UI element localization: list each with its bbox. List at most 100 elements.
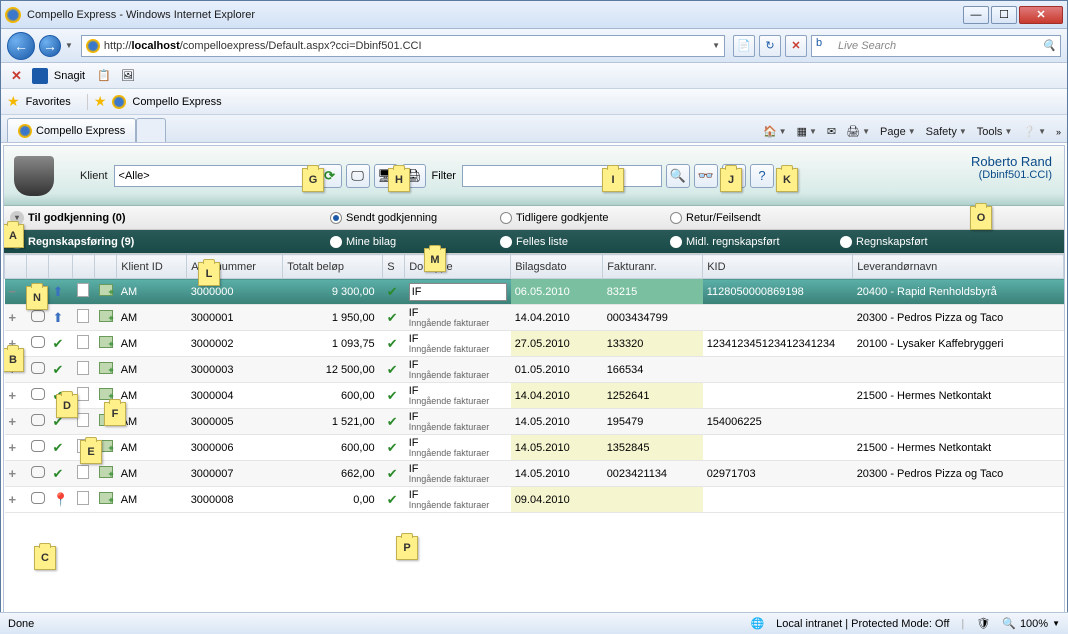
expand-cell[interactable]: + [5, 461, 27, 487]
mail-button[interactable]: ✉ [827, 125, 836, 138]
s-cell[interactable]: ✔ [383, 305, 405, 331]
table-row[interactable]: +✔AM300000312 500,00✔IFInngående faktura… [5, 357, 1064, 383]
view1-button[interactable]: 🖵 [346, 164, 370, 188]
table-row[interactable]: +✔AM30000021 093,75✔IFInngående fakturae… [5, 331, 1064, 357]
favorites-label[interactable]: Favorites [26, 96, 71, 108]
doc-cell[interactable] [73, 357, 95, 383]
browser-search[interactable]: b Live Search 🔍 [811, 35, 1061, 57]
expand-cell[interactable]: + [5, 487, 27, 513]
doktype-cell[interactable]: IFInngående fakturaer [405, 331, 511, 357]
comment-cell[interactable] [27, 357, 49, 383]
favorite-link[interactable]: Compello Express [132, 96, 221, 108]
doktype-cell[interactable] [405, 279, 511, 305]
browser-tab[interactable]: Compello Express [7, 118, 136, 142]
binoculars-button[interactable]: 👓 [694, 164, 718, 188]
comment-cell[interactable] [27, 383, 49, 409]
status-cell[interactable]: ✔ [49, 461, 73, 487]
expand-cell[interactable]: + [5, 383, 27, 409]
forward-button[interactable]: → [39, 35, 61, 57]
col-belop[interactable]: Totalt beløp [283, 255, 383, 279]
s-cell[interactable]: ✔ [383, 435, 405, 461]
feeds-button[interactable]: ▦▼ [797, 125, 817, 138]
nav-dropdown-icon[interactable]: ▼ [65, 41, 73, 50]
s-cell[interactable]: ✔ [383, 461, 405, 487]
col-doc[interactable] [73, 255, 95, 279]
maximize-button[interactable]: ☐ [991, 6, 1017, 24]
expand-cell[interactable]: − [5, 279, 27, 305]
table-row[interactable]: +✔AM30000051 521,00✔IFInngående fakturae… [5, 409, 1064, 435]
doktype-cell[interactable]: IFInngående fakturaer [405, 383, 511, 409]
expand-cell[interactable]: + [5, 409, 27, 435]
table-row[interactable]: +✔AM3000006600,00✔IFInngående fakturaer1… [5, 435, 1064, 461]
close-button[interactable]: ✕ [1019, 6, 1063, 24]
folder-cell[interactable] [95, 279, 117, 305]
table-row[interactable]: +✔AM3000007662,00✔IFInngående fakturaer1… [5, 461, 1064, 487]
add-favorite-icon[interactable]: ★ [94, 93, 107, 110]
status-cell[interactable]: ✔ [49, 357, 73, 383]
table-row[interactable]: +⬆AM30000011 950,00✔IFInngående fakturae… [5, 305, 1064, 331]
radio-fort[interactable]: Regnskapsført [840, 236, 990, 248]
print-button[interactable]: 🖨▼ [846, 125, 870, 138]
folder-cell[interactable] [95, 305, 117, 331]
radio-midl[interactable]: Midl. regnskapsført [670, 236, 820, 248]
col-kid[interactable]: KID [703, 255, 853, 279]
folder-cell[interactable] [95, 331, 117, 357]
accordion-regnskap[interactable]: ▴Regnskapsføring (9) Mine bilag Felles l… [4, 230, 1064, 254]
col-comment[interactable] [27, 255, 49, 279]
status-cell[interactable]: ✔ [49, 331, 73, 357]
protected-mode-icon[interactable]: 🛡 [976, 617, 990, 630]
expand-icon[interactable]: » [1056, 127, 1061, 137]
klient-select[interactable]: <Alle> [114, 165, 314, 187]
radio-felles[interactable]: Felles liste [500, 236, 650, 248]
s-cell[interactable]: ✔ [383, 409, 405, 435]
status-cell[interactable]: ⬆ [49, 279, 73, 305]
radio-retur[interactable]: Retur/Feilsendt [670, 212, 820, 224]
comment-cell[interactable] [27, 487, 49, 513]
doktype-cell[interactable]: IFInngående fakturaer [405, 435, 511, 461]
stop-button[interactable]: ✕ [785, 35, 807, 57]
compat-button[interactable]: 📄 [733, 35, 755, 57]
snagit-label[interactable]: Snagit [54, 70, 85, 82]
search-magnifier-icon[interactable]: 🔍 [1042, 39, 1056, 52]
col-s[interactable]: S [383, 255, 405, 279]
col-fnr[interactable]: Fakturanr. [603, 255, 703, 279]
doc-cell[interactable] [73, 487, 95, 513]
status-cell[interactable]: ⬆ [49, 305, 73, 331]
help-button[interactable]: ❔▼ [1022, 125, 1046, 138]
url-dropdown-icon[interactable]: ▼ [712, 41, 720, 50]
table-row[interactable]: +✔AM3000004600,00✔IFInngående fakturaer1… [5, 383, 1064, 409]
folder-cell[interactable] [95, 487, 117, 513]
expand-cell[interactable]: + [5, 305, 27, 331]
filter-input[interactable] [462, 165, 662, 187]
s-cell[interactable]: ✔ [383, 279, 405, 305]
snagit-tool-icon[interactable]: 📋 [97, 69, 111, 82]
minimize-button[interactable]: — [963, 6, 989, 24]
col-lev[interactable]: Leverandørnavn [853, 255, 1064, 279]
radio-mine[interactable]: Mine bilag [330, 236, 480, 248]
safety-menu[interactable]: Safety▼ [926, 126, 967, 138]
favorites-star-icon[interactable]: ★ [7, 93, 20, 110]
search-button[interactable]: 🔍 [666, 164, 690, 188]
doktype-cell[interactable]: IFInngående fakturaer [405, 461, 511, 487]
s-cell[interactable]: ✔ [383, 331, 405, 357]
expand-cell[interactable]: + [5, 435, 27, 461]
page-menu[interactable]: Page▼ [880, 126, 916, 138]
folder-cell[interactable] [95, 461, 117, 487]
radio-tidligere[interactable]: Tidligere godkjente [500, 212, 650, 224]
snagit-tool2-icon[interactable]: 🖼 [121, 69, 135, 82]
folder-cell[interactable] [95, 357, 117, 383]
s-cell[interactable]: ✔ [383, 383, 405, 409]
doktype-input[interactable] [409, 283, 507, 301]
comment-cell[interactable] [27, 331, 49, 357]
accordion-godkjenning[interactable]: ▾Til godkjenning (0) Sendt godkjenning T… [4, 206, 1064, 230]
s-cell[interactable]: ✔ [383, 357, 405, 383]
radio-sendt[interactable]: Sendt godkjenning [330, 212, 480, 224]
close-toolbar-button[interactable]: ✕ [7, 68, 26, 84]
back-button[interactable]: ← [7, 32, 35, 60]
col-folder[interactable] [95, 255, 117, 279]
comment-cell[interactable] [27, 435, 49, 461]
comment-cell[interactable] [27, 461, 49, 487]
doc-cell[interactable] [73, 279, 95, 305]
doktype-cell[interactable]: IFInngående fakturaer [405, 357, 511, 383]
doktype-cell[interactable]: IFInngående fakturaer [405, 487, 511, 513]
